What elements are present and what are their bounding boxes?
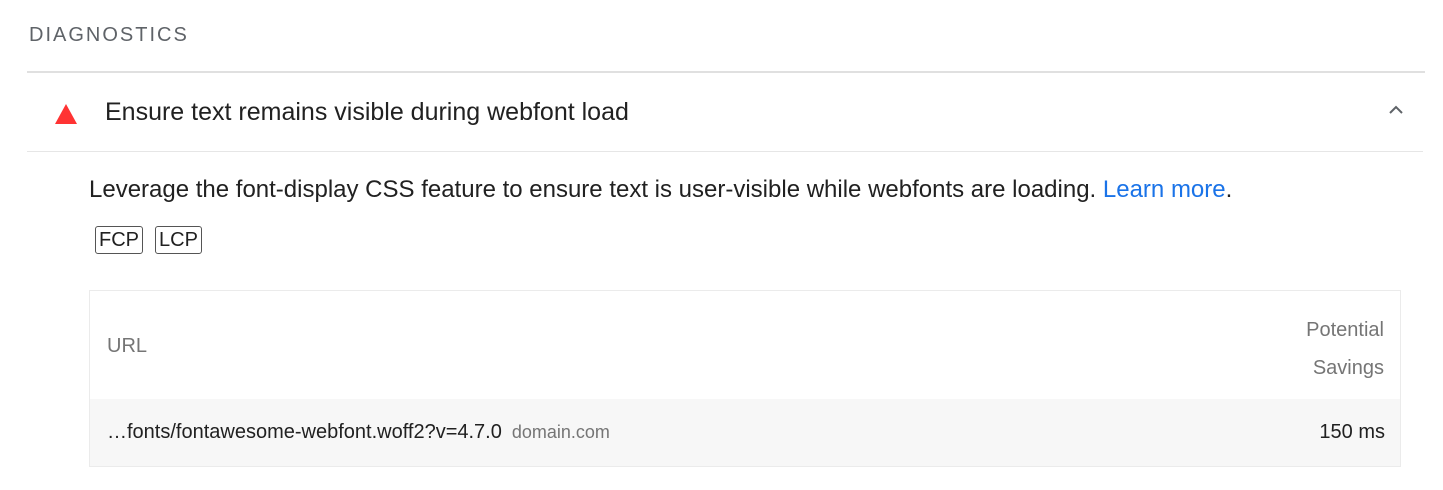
chevron-up-icon[interactable]: [1387, 103, 1405, 117]
column-header-savings: Potential Savings: [1264, 311, 1384, 387]
audit-header[interactable]: Ensure text remains visible during webfo…: [27, 73, 1425, 151]
audit-title: Ensure text remains visible during webfo…: [105, 98, 629, 126]
row-url: …fonts/fontawesome-webfont.woff2?v=4.7.0…: [107, 421, 610, 444]
divider: [27, 151, 1423, 152]
row-savings: 150 ms: [1319, 421, 1385, 443]
url-text[interactable]: …fonts/fontawesome-webfont.woff2?v=4.7.0: [107, 421, 502, 443]
savings-header-line2: Savings: [1312, 357, 1384, 379]
table-row: …fonts/fontawesome-webfont.woff2?v=4.7.0…: [90, 399, 1400, 466]
details-table: URL Potential Savings …fonts/fontawesome…: [89, 290, 1401, 467]
section-title: DIAGNOSTICS: [29, 24, 189, 46]
description-suffix: .: [1225, 176, 1233, 203]
metric-badges: FCP LCP: [95, 226, 202, 254]
warning-triangle-icon: [55, 104, 77, 124]
badge-fcp: FCP: [95, 226, 143, 254]
description-text: Leverage the font-display CSS feature to…: [89, 176, 1103, 203]
url-domain: domain.com: [511, 422, 610, 442]
badge-lcp: LCP: [155, 226, 202, 254]
column-header-url: URL: [107, 335, 148, 357]
savings-header-line1: Potential: [1306, 319, 1384, 341]
audit-description: Leverage the font-display CSS feature to…: [89, 176, 1232, 204]
learn-more-link[interactable]: Learn more: [1103, 176, 1226, 203]
